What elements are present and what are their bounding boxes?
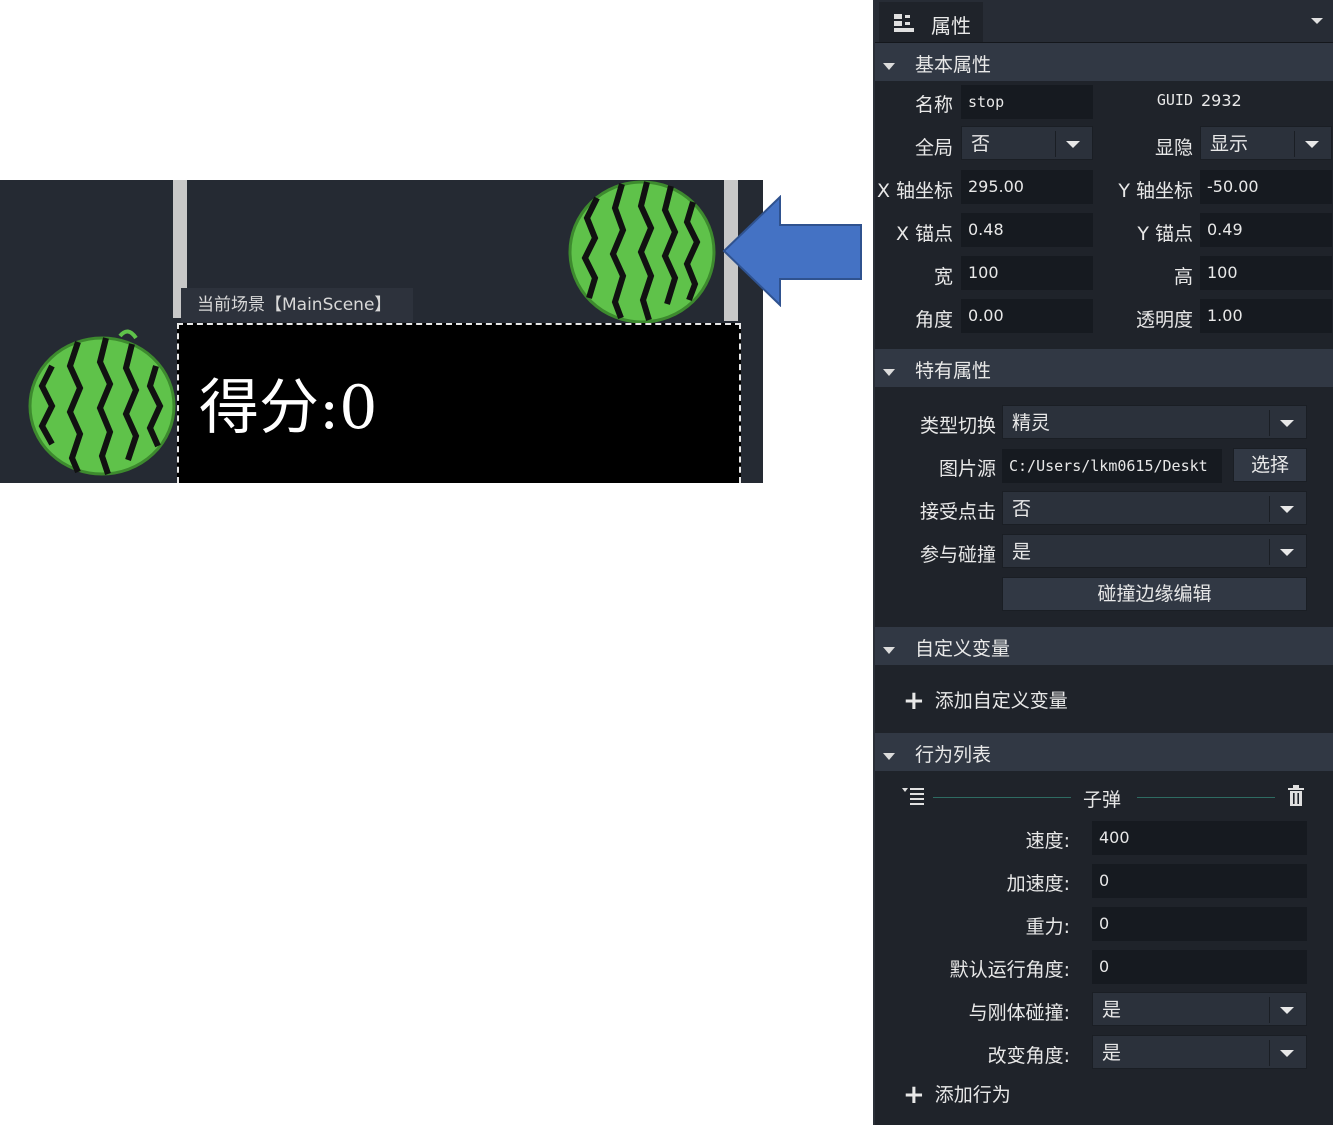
- section-special-title: 特有属性: [915, 360, 992, 382]
- y-anchor-field[interactable]: 0.49: [1200, 213, 1332, 247]
- speed-field[interactable]: 400: [1092, 821, 1307, 855]
- dropdown-icon: [1280, 420, 1294, 427]
- x-anchor-label: X 锚点: [895, 223, 953, 245]
- watermelon-sprite-selected[interactable]: [567, 180, 717, 324]
- acceleration-field[interactable]: 0: [1092, 864, 1307, 898]
- score-label: 得分:0: [199, 373, 378, 443]
- x-anchor-field[interactable]: 0.48: [961, 213, 1093, 247]
- add-behavior-button[interactable]: + 添加行为: [903, 1080, 1011, 1110]
- opacity-label: 透明度: [1135, 309, 1193, 331]
- tab-properties-label: 属性: [931, 14, 971, 38]
- height-field[interactable]: 100: [1200, 256, 1332, 290]
- opacity-field[interactable]: 1.00: [1200, 299, 1332, 333]
- collapse-caret-icon: [883, 753, 895, 760]
- collision-value: 是: [1012, 541, 1032, 563]
- dropdown-icon: [1280, 506, 1294, 513]
- collapse-caret-icon: [883, 647, 895, 654]
- type-switch-label: 类型切换: [919, 415, 996, 437]
- width-label: 宽: [933, 266, 953, 288]
- type-switch-select[interactable]: 精灵: [1002, 405, 1307, 439]
- default-angle-label: 默认运行角度:: [949, 959, 1070, 981]
- visible-select-value: 显示: [1210, 133, 1249, 155]
- dropdown-icon: [1280, 1050, 1294, 1057]
- change-angle-value: 是: [1102, 1042, 1122, 1064]
- accept-click-select[interactable]: 否: [1002, 491, 1307, 525]
- height-label: 高: [1173, 266, 1193, 288]
- section-basic[interactable]: 基本属性: [875, 43, 1333, 81]
- accept-click-value: 否: [1012, 498, 1032, 520]
- add-behavior-label: 添加行为: [934, 1084, 1011, 1106]
- section-custom-vars[interactable]: 自定义变量: [875, 627, 1333, 665]
- add-custom-variable-label: 添加自定义变量: [934, 690, 1068, 712]
- default-angle-field[interactable]: 0: [1092, 950, 1307, 984]
- global-label: 全局: [914, 137, 953, 159]
- section-basic-title: 基本属性: [915, 54, 992, 76]
- divider-right: [1137, 797, 1275, 798]
- scene-preview[interactable]: 当前场景【MainScene】 得分:0: [0, 180, 763, 483]
- collision-label: 参与碰撞: [919, 544, 996, 566]
- delete-icon[interactable]: [1287, 785, 1305, 807]
- visible-select[interactable]: 显示: [1200, 126, 1332, 160]
- gravity-field[interactable]: 0: [1092, 907, 1307, 941]
- section-custom-vars-title: 自定义变量: [915, 638, 1011, 660]
- section-special[interactable]: 特有属性: [875, 349, 1333, 387]
- visible-label: 显隐: [1154, 137, 1193, 159]
- image-source-field[interactable]: C:/Users/lkm0615/Deskt: [1002, 449, 1222, 483]
- speed-label: 速度:: [1025, 830, 1070, 852]
- section-behaviors-title: 行为列表: [915, 744, 992, 766]
- name-label: 名称: [914, 94, 953, 116]
- watermelon-sprite[interactable]: [28, 326, 178, 476]
- pointer-arrow: [722, 195, 862, 307]
- gravity-label: 重力:: [1025, 916, 1070, 938]
- tab-properties[interactable]: 属性: [879, 2, 983, 42]
- y-anchor-label: Y 锚点: [1137, 223, 1193, 245]
- dropdown-icon: [1280, 1007, 1294, 1014]
- plus-icon: +: [903, 1080, 925, 1110]
- behavior-title: 子弹: [1083, 789, 1122, 811]
- guid-value: 2932: [1201, 91, 1242, 110]
- width-field[interactable]: 100: [961, 256, 1093, 290]
- x-coord-field[interactable]: 295.00: [961, 170, 1093, 204]
- plus-icon: +: [903, 686, 925, 716]
- rigid-collision-value: 是: [1102, 999, 1122, 1021]
- property-panel: 属性 基本属性 名称 stop GUID 2932 全局 否 显隐 显示 X 轴…: [873, 0, 1333, 1125]
- select-image-button[interactable]: 选择: [1233, 448, 1307, 482]
- panel-header: 属性: [875, 0, 1333, 43]
- image-source-label: 图片源: [938, 458, 996, 480]
- collision-select[interactable]: 是: [1002, 534, 1307, 568]
- x-coord-label: X 轴坐标: [876, 180, 953, 202]
- dropdown-icon: [1066, 141, 1080, 148]
- global-select-value: 否: [971, 133, 991, 155]
- angle-field[interactable]: 0.00: [961, 299, 1093, 333]
- type-switch-value: 精灵: [1012, 412, 1051, 434]
- collapse-list-icon[interactable]: [901, 787, 925, 805]
- add-custom-variable-button[interactable]: + 添加自定义变量: [903, 686, 1068, 716]
- acceleration-label: 加速度:: [1006, 873, 1070, 895]
- y-coord-field[interactable]: -50.00: [1200, 170, 1332, 204]
- divider-left: [933, 797, 1071, 798]
- collapse-caret-icon: [883, 369, 895, 376]
- edit-collision-edge-button[interactable]: 碰撞边缘编辑: [1002, 577, 1307, 611]
- collapse-caret-icon: [883, 63, 895, 70]
- change-angle-select[interactable]: 是: [1092, 1035, 1307, 1069]
- change-angle-label: 改变角度:: [987, 1045, 1070, 1067]
- current-scene-tab[interactable]: 当前场景【MainScene】: [181, 288, 413, 322]
- dropdown-icon: [1305, 141, 1319, 148]
- rigid-collision-select[interactable]: 是: [1092, 992, 1307, 1026]
- rigid-collision-label: 与刚体碰撞:: [968, 1002, 1070, 1024]
- global-select[interactable]: 否: [961, 126, 1093, 160]
- score-text-object[interactable]: 得分:0: [177, 323, 741, 483]
- guid-label: GUID: [1156, 91, 1193, 109]
- dropdown-icon: [1280, 549, 1294, 556]
- angle-label: 角度: [914, 309, 953, 331]
- name-field[interactable]: stop: [961, 85, 1093, 119]
- panel-menu-dropdown-icon[interactable]: [1311, 18, 1323, 24]
- properties-icon: [894, 14, 914, 32]
- section-behaviors[interactable]: 行为列表: [875, 733, 1333, 771]
- y-coord-label: Y 轴坐标: [1118, 180, 1193, 202]
- accept-click-label: 接受点击: [919, 501, 996, 523]
